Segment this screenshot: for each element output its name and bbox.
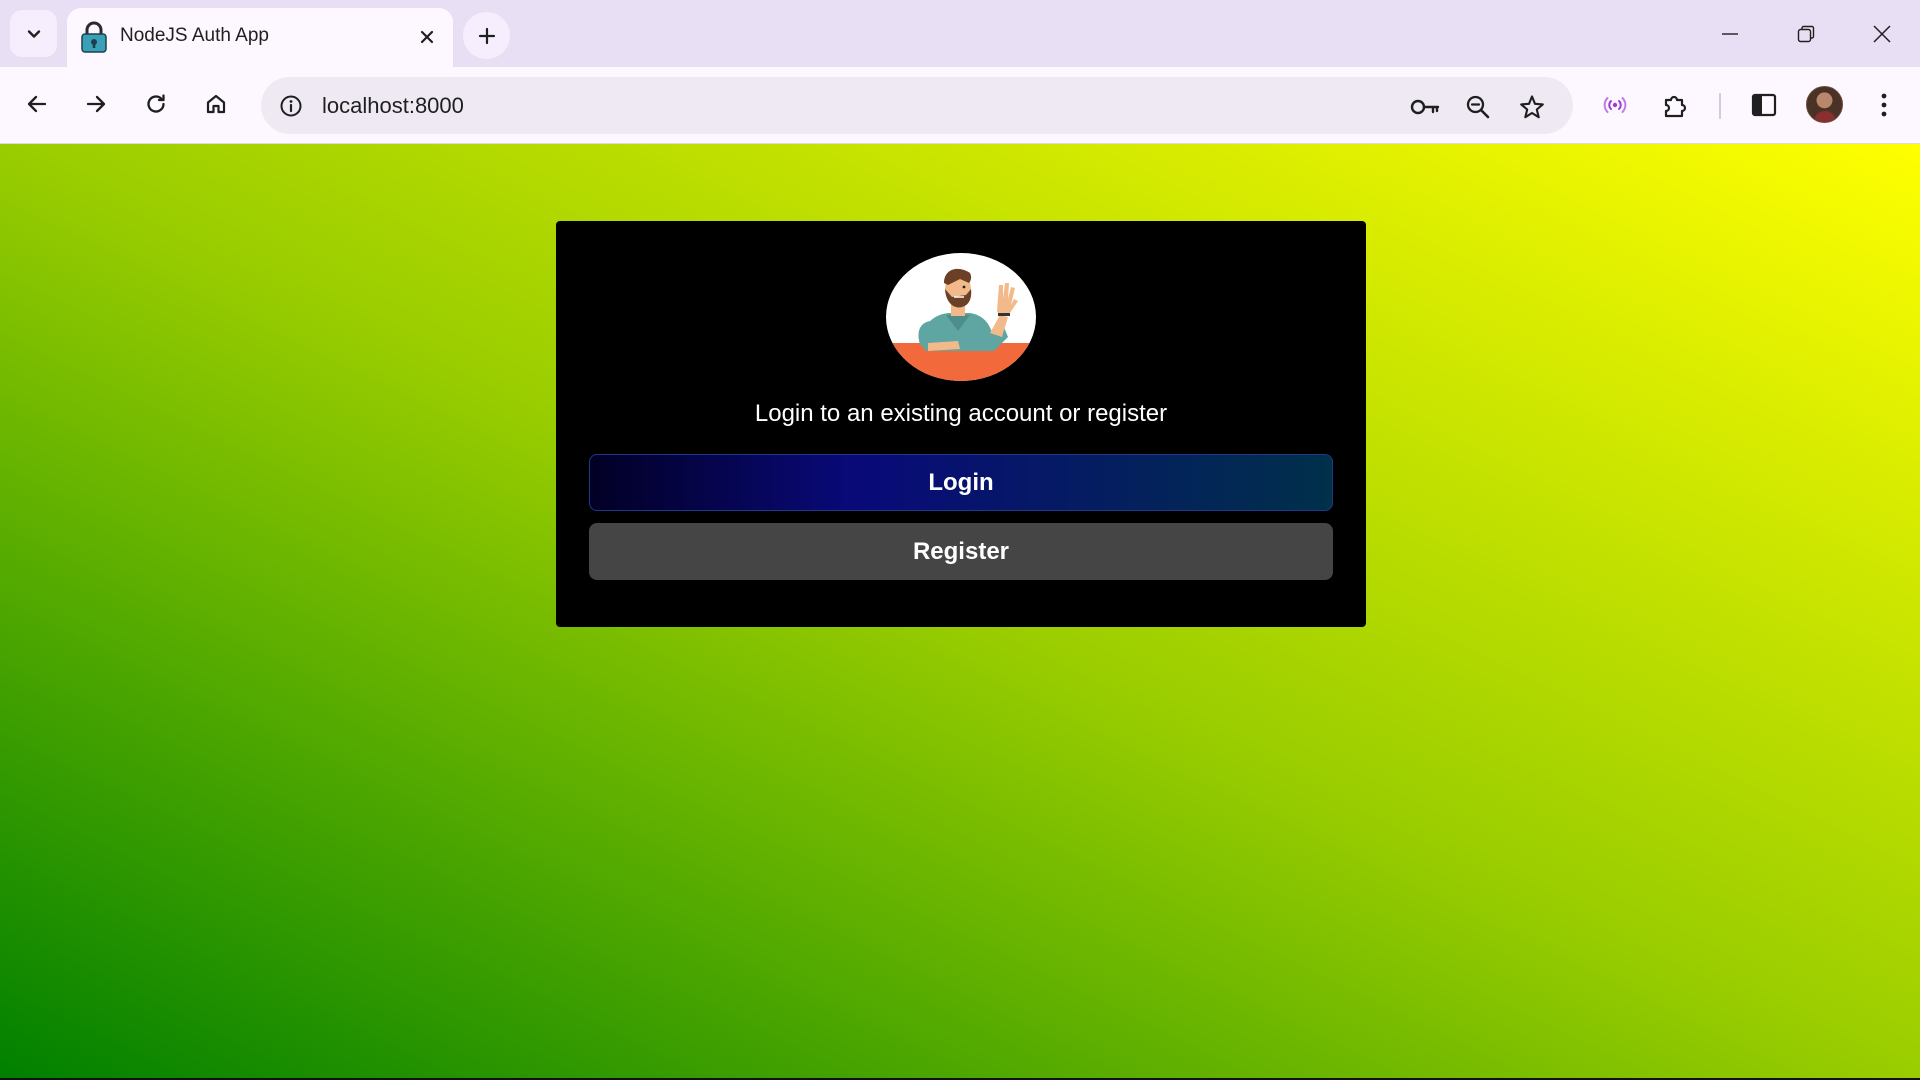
address-bar-url: localhost:8000	[322, 93, 464, 118]
home-icon	[206, 94, 226, 114]
waving-man-illustration	[886, 253, 1036, 381]
forward-button[interactable]	[74, 82, 118, 126]
info-icon	[280, 95, 302, 117]
tab-close-button[interactable]	[413, 23, 441, 51]
extensions-button[interactable]	[1654, 83, 1698, 127]
home-button[interactable]	[194, 82, 238, 126]
bookmark-button[interactable]	[1514, 89, 1550, 125]
password-manager-button[interactable]	[1407, 89, 1443, 125]
avatar[interactable]	[1806, 86, 1843, 123]
close-icon	[1873, 25, 1891, 43]
back-button[interactable]	[15, 82, 59, 126]
restore-icon	[1797, 25, 1815, 43]
plus-icon	[478, 27, 495, 44]
toolbar-separator	[1719, 93, 1721, 119]
login-button[interactable]: Login	[589, 454, 1333, 511]
close-window-button[interactable]	[1858, 12, 1906, 56]
browser-toolbar: localhost:8000	[0, 67, 1920, 144]
address-bar[interactable]: localhost:8000	[261, 77, 1573, 134]
zoom-out-icon	[1466, 95, 1490, 119]
reload-icon	[147, 94, 165, 113]
close-icon	[420, 30, 434, 44]
auth-prompt-text: Login to an existing account or register	[754, 400, 1168, 427]
site-info-button[interactable]	[274, 89, 308, 123]
restore-button[interactable]	[1782, 12, 1830, 56]
minimize-icon	[1722, 33, 1738, 35]
reload-button[interactable]	[134, 82, 178, 126]
arrow-left-icon	[27, 95, 47, 113]
puzzle-icon	[1664, 95, 1687, 118]
page-viewport: Login to an existing account or register…	[0, 144, 1920, 1078]
browser-menu-button[interactable]	[1862, 83, 1906, 127]
auth-card: Login to an existing account or register…	[556, 221, 1366, 627]
browser-tab[interactable]: NodeJS Auth App	[67, 8, 453, 67]
kebab-menu-icon	[1881, 93, 1887, 117]
side-panel-icon	[1751, 93, 1777, 117]
media-button[interactable]	[1593, 83, 1637, 127]
minimize-button[interactable]	[1706, 12, 1754, 56]
arrow-right-icon	[86, 95, 106, 113]
broadcast-icon	[1603, 97, 1627, 113]
padlock-icon	[81, 21, 107, 53]
star-icon	[1520, 95, 1544, 119]
zoom-button[interactable]	[1460, 89, 1496, 125]
side-panel-button[interactable]	[1742, 83, 1786, 127]
register-button[interactable]: Register	[589, 523, 1333, 580]
tab-title: NodeJS Auth App	[120, 25, 269, 46]
key-icon	[1410, 99, 1440, 115]
tab-search-button[interactable]	[10, 10, 57, 57]
chevron-down-icon	[27, 29, 40, 38]
new-tab-button[interactable]	[463, 12, 510, 59]
tab-strip: NodeJS Auth App	[0, 0, 1920, 67]
